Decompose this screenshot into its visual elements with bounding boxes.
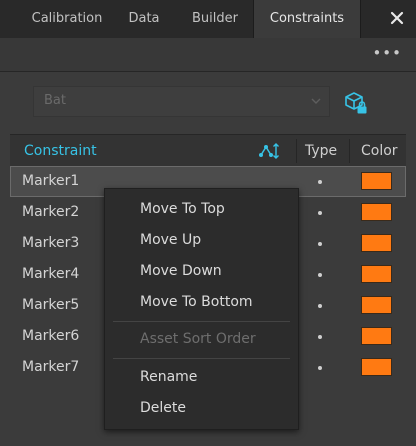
- menu-item-delete[interactable]: Delete: [140, 400, 186, 416]
- column-header-constraint[interactable]: Constraint: [24, 143, 97, 159]
- menu-item-move-down[interactable]: Move Down: [140, 263, 222, 279]
- type-point-icon: [318, 273, 322, 277]
- tab-bar: Calibration Data Builder Constraints: [0, 0, 416, 38]
- menu-item-asset-sort-order: Asset Sort Order: [140, 331, 256, 347]
- tab-calibration[interactable]: Calibration: [20, 0, 114, 38]
- constraints-panel: Calibration Data Builder Constraints •••…: [0, 0, 416, 446]
- color-swatch[interactable]: [361, 265, 392, 283]
- column-divider[interactable]: [296, 139, 297, 163]
- more-options-icon[interactable]: •••: [372, 44, 402, 62]
- sort-icon[interactable]: [258, 141, 280, 161]
- menu-item-move-to-top[interactable]: Move To Top: [140, 201, 225, 217]
- color-swatch[interactable]: [361, 234, 392, 252]
- context-menu: Move To Top Move Up Move Down Move To Bo…: [104, 188, 299, 430]
- menu-separator: [113, 358, 290, 359]
- toolbar: •••: [0, 38, 416, 72]
- table-header: Constraint Type Color: [10, 134, 406, 168]
- row-name: Marker4: [22, 266, 80, 282]
- tab-data[interactable]: Data: [118, 0, 170, 38]
- asset-dropdown[interactable]: Bat: [33, 86, 330, 117]
- column-divider[interactable]: [349, 139, 350, 163]
- row-name: Marker2: [22, 204, 80, 220]
- type-point-icon: [318, 335, 322, 339]
- row-name: Marker6: [22, 328, 80, 344]
- row-name: Marker5: [22, 297, 80, 313]
- color-swatch[interactable]: [361, 327, 392, 345]
- color-swatch[interactable]: [361, 358, 392, 376]
- type-point-icon: [318, 242, 322, 246]
- color-swatch[interactable]: [361, 172, 392, 190]
- close-icon[interactable]: [390, 11, 404, 25]
- color-swatch[interactable]: [361, 296, 392, 314]
- row-name: Marker7: [22, 359, 80, 375]
- menu-item-rename[interactable]: Rename: [140, 369, 197, 385]
- row-name: Marker1: [22, 173, 80, 189]
- type-point-icon: [318, 366, 322, 370]
- column-header-color[interactable]: Color: [361, 143, 398, 159]
- menu-separator: [113, 321, 290, 322]
- menu-item-move-to-bottom[interactable]: Move To Bottom: [140, 294, 253, 310]
- tab-builder[interactable]: Builder: [180, 0, 250, 38]
- asset-dropdown-value: Bat: [44, 93, 66, 108]
- tab-constraints[interactable]: Constraints: [253, 0, 361, 38]
- type-point-icon: [318, 304, 322, 308]
- type-point-icon: [318, 211, 322, 215]
- chevron-down-icon: [311, 98, 321, 104]
- color-swatch[interactable]: [361, 203, 392, 221]
- row-name: Marker3: [22, 235, 80, 251]
- locked-asset-icon[interactable]: [343, 90, 369, 116]
- column-header-type[interactable]: Type: [305, 143, 337, 159]
- menu-item-move-up[interactable]: Move Up: [140, 232, 201, 248]
- type-point-icon: [318, 180, 322, 184]
